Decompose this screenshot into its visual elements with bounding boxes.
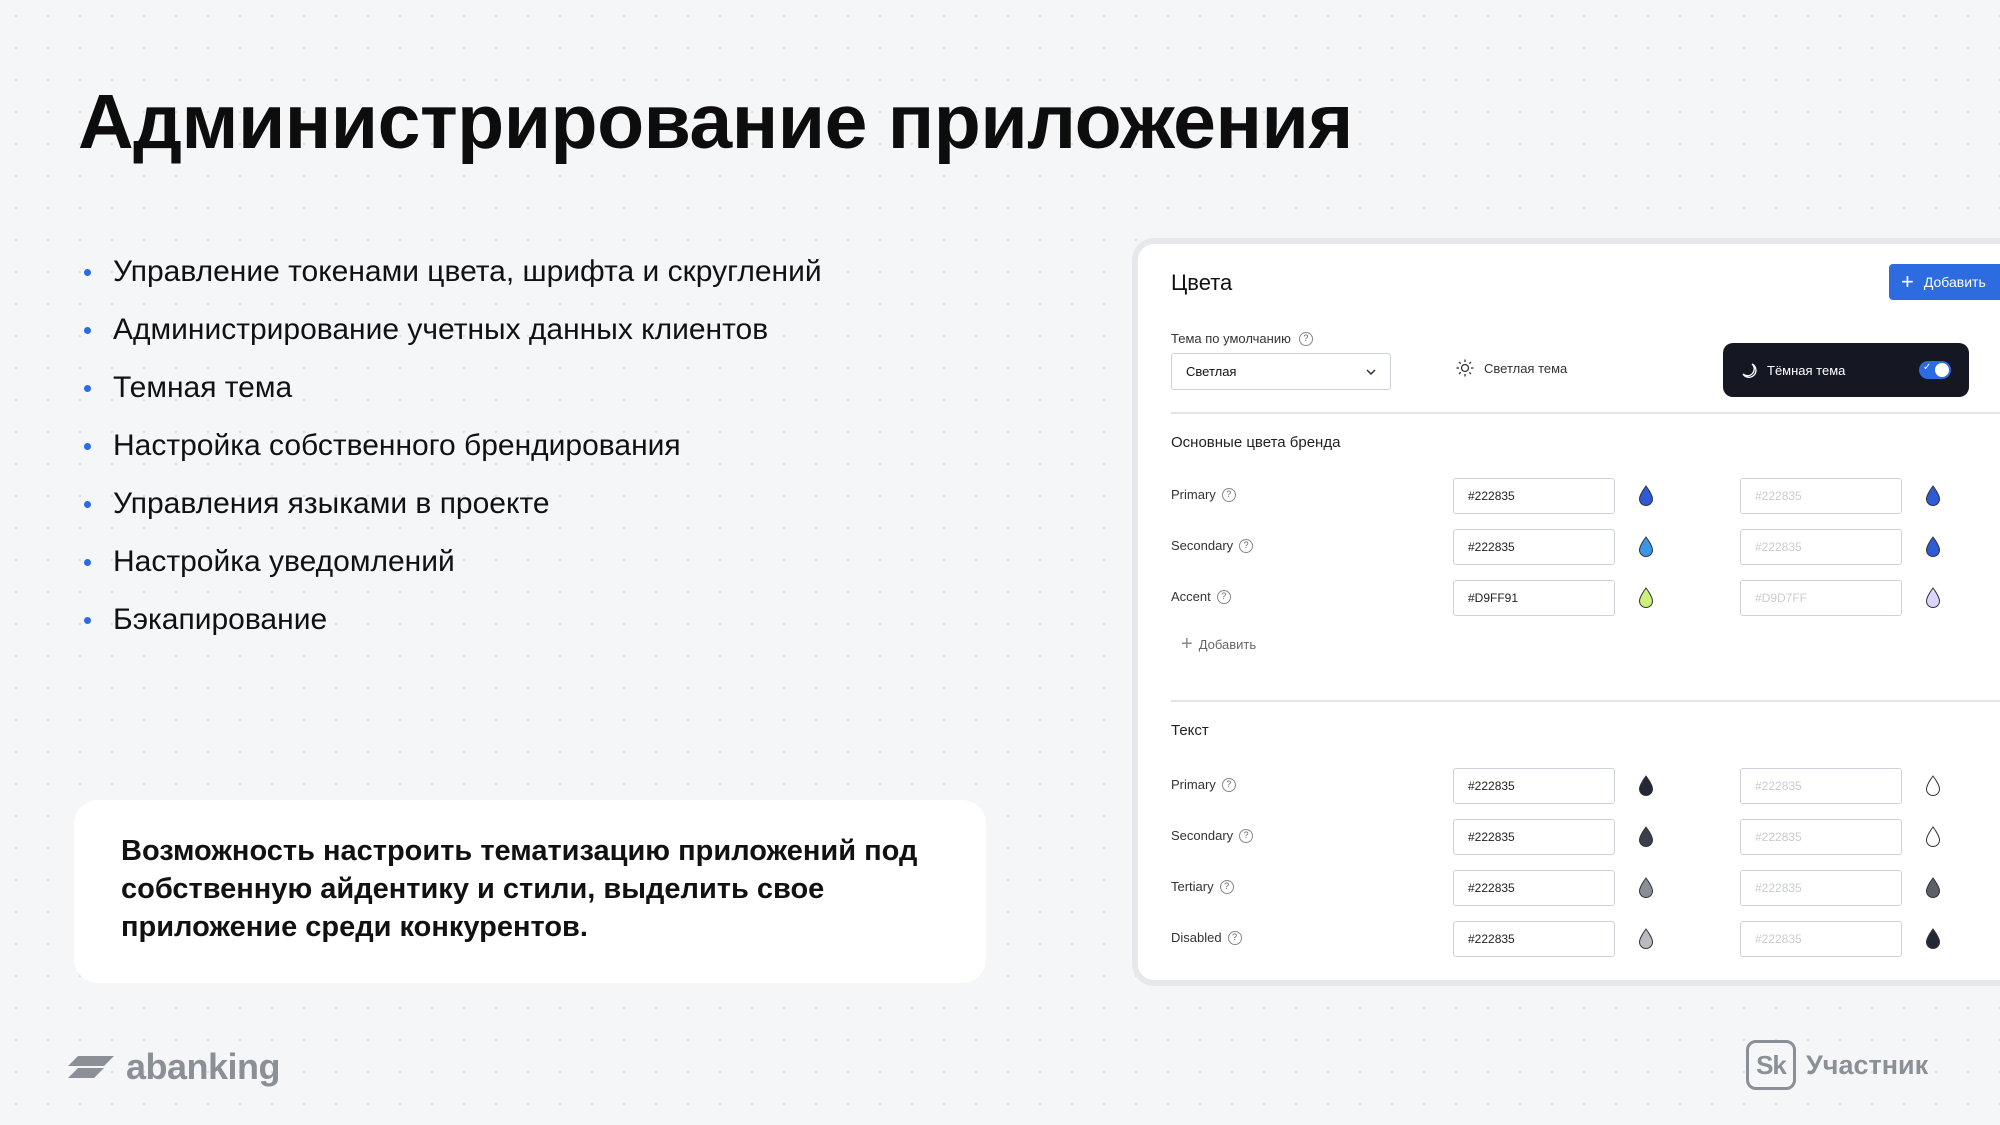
feature-item: Темная тема [84, 368, 822, 426]
feature-item: Бэкапирование [84, 600, 822, 658]
dark-theme-toggle[interactable]: ✓ [1919, 361, 1951, 379]
brand-colors-heading: Основные цвета бренда [1171, 434, 1341, 451]
help-icon[interactable]: ? [1221, 777, 1236, 792]
divider [1171, 700, 2000, 702]
light-color-input[interactable]: #222835 [1453, 529, 1615, 565]
help-icon[interactable]: ? [1227, 930, 1242, 945]
note-card: Возможность настроить тематизацию прилож… [74, 800, 986, 983]
sun-icon [1456, 359, 1474, 377]
dark-color-input[interactable]: #222835 [1740, 921, 1902, 957]
panel-title: Цвета [1171, 270, 1233, 295]
bullet-dot [84, 443, 91, 450]
light-color-input[interactable]: #222835 [1453, 870, 1615, 906]
bullet-dot [84, 559, 91, 566]
help-icon[interactable]: ? [1216, 589, 1231, 604]
feature-item: Администрирование учетных данных клиенто… [84, 310, 822, 368]
abanking-wordmark: abanking [126, 1046, 281, 1087]
color-row: Secondary? #222835 #222835 [1138, 529, 2000, 565]
sk-mark-icon: Sk [1746, 1040, 1796, 1090]
color-swatch-icon[interactable] [1638, 536, 1654, 558]
bullet-dot [84, 501, 91, 508]
dark-color-input[interactable]: #222835 [1740, 768, 1902, 804]
text-colors-heading: Текст [1171, 722, 1209, 739]
feature-item: Управления языками в проекте [84, 484, 822, 542]
dark-color-swatch-icon[interactable] [1925, 928, 1941, 950]
abanking-mark-icon [68, 1056, 114, 1078]
color-swatch-icon[interactable] [1638, 928, 1654, 950]
chevron-down-icon [1366, 368, 1376, 375]
dark-color-input[interactable]: #222835 [1740, 529, 1902, 565]
dark-color-swatch-icon[interactable] [1925, 536, 1941, 558]
help-icon[interactable]: ? [1221, 487, 1236, 502]
dark-theme-option[interactable]: Тёмная тема ✓ [1723, 343, 1969, 397]
light-color-input[interactable]: #222835 [1453, 819, 1615, 855]
dark-color-input[interactable]: #222835 [1740, 870, 1902, 906]
light-color-input[interactable]: #D9FF91 [1453, 580, 1615, 616]
divider [1171, 412, 2000, 414]
plus-icon: + [1181, 633, 1193, 655]
moon-icon [1742, 363, 1757, 378]
plus-icon: + [1901, 269, 1914, 294]
check-icon: ✓ [1923, 362, 1932, 373]
default-theme-select[interactable]: Светлая [1171, 353, 1391, 390]
feature-item: Управление токенами цвета, шрифта и скру… [84, 252, 822, 310]
color-token-name: Primary? [1171, 487, 1236, 502]
color-token-name: Secondary? [1171, 828, 1254, 843]
color-token-name: Disabled? [1171, 930, 1242, 945]
color-token-name: Accent? [1171, 589, 1231, 604]
bullet-dot [84, 385, 91, 392]
add-brand-color-link[interactable]: + Добавить [1181, 633, 1256, 655]
abanking-logo: abanking [68, 1046, 281, 1088]
dark-color-swatch-icon[interactable] [1925, 826, 1941, 848]
bullet-dot [84, 327, 91, 334]
color-row: Accent? #D9FF91 #D9D7FF [1138, 580, 2000, 616]
note-text: Возможность настроить тематизацию прилож… [121, 835, 918, 943]
color-swatch-icon[interactable] [1638, 587, 1654, 609]
color-swatch-icon[interactable] [1638, 877, 1654, 899]
color-token-name: Tertiary? [1171, 879, 1234, 894]
color-row: Disabled? #222835 #222835 [1138, 921, 2000, 957]
participant-label: Участник [1806, 1049, 1929, 1080]
color-row: Secondary? #222835 #222835 [1138, 819, 2000, 855]
color-swatch-icon[interactable] [1638, 775, 1654, 797]
color-row: Primary? #222835 #222835 [1138, 768, 2000, 804]
color-row: Primary? #222835 #222835 [1138, 478, 2000, 514]
color-row: Tertiary? #222835 #222835 [1138, 870, 2000, 906]
color-swatch-icon[interactable] [1638, 485, 1654, 507]
color-swatch-icon[interactable] [1638, 826, 1654, 848]
color-token-name: Primary? [1171, 777, 1236, 792]
color-token-name: Secondary? [1171, 538, 1254, 553]
light-color-input[interactable]: #222835 [1453, 768, 1615, 804]
feature-item: Настройка уведомлений [84, 542, 822, 600]
colors-panel: Цвета + Добавить Тема по умолчанию ? Све… [1132, 238, 2000, 986]
help-icon[interactable]: ? [1239, 828, 1254, 843]
toggle-knob [1935, 363, 1949, 377]
feature-item: Настройка собственного брендирования [84, 426, 822, 484]
dark-color-swatch-icon[interactable] [1925, 587, 1941, 609]
dark-color-swatch-icon[interactable] [1925, 775, 1941, 797]
light-theme-option[interactable]: Светлая тема [1456, 359, 1567, 377]
dark-color-input[interactable]: #222835 [1740, 478, 1902, 514]
bullet-dot [84, 617, 91, 624]
help-icon[interactable]: ? [1298, 331, 1313, 346]
dark-color-input[interactable]: #D9D7FF [1740, 580, 1902, 616]
help-icon[interactable]: ? [1219, 879, 1234, 894]
dark-color-swatch-icon[interactable] [1925, 877, 1941, 899]
skolkovo-logo: Sk Участник [1746, 1040, 1928, 1090]
dark-color-swatch-icon[interactable] [1925, 485, 1941, 507]
page-title: Администрирование приложения [78, 79, 1353, 165]
add-color-button[interactable]: + Добавить [1889, 264, 2000, 300]
default-theme-label: Тема по умолчанию ? [1171, 331, 1313, 346]
help-icon[interactable]: ? [1239, 538, 1254, 553]
light-color-input[interactable]: #222835 [1453, 478, 1615, 514]
dark-color-input[interactable]: #222835 [1740, 819, 1902, 855]
bullet-dot [84, 269, 91, 276]
light-color-input[interactable]: #222835 [1453, 921, 1615, 957]
feature-list: Управление токенами цвета, шрифта и скру… [84, 252, 822, 658]
